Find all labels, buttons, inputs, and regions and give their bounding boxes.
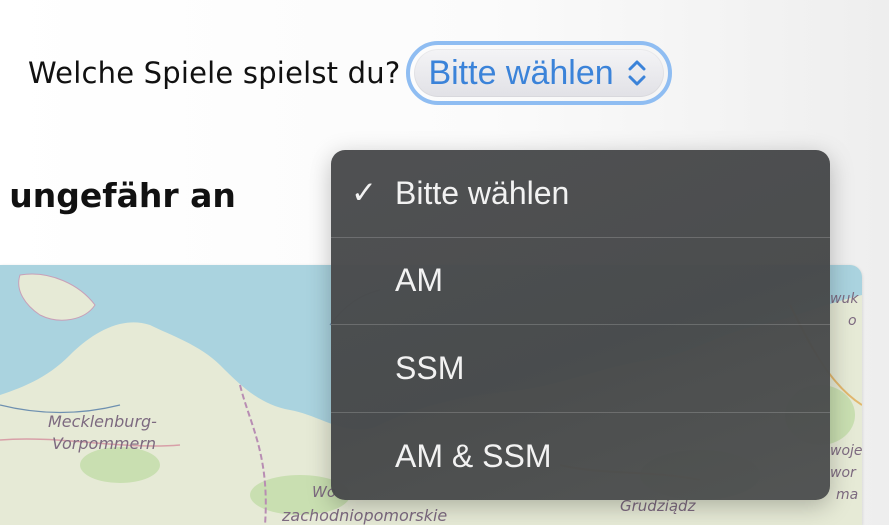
map-label-10: ma: [836, 487, 858, 503]
dropdown-option-bitte-waehlen[interactable]: ✓ Bitte wählen: [331, 150, 830, 238]
checkmark-icon: ✓: [351, 175, 377, 211]
map-label-1: Mecklenburg-: [48, 412, 157, 431]
section-heading: t ungefähr an: [0, 176, 236, 215]
map-label-9: wor: [830, 465, 857, 481]
question-row: Welche Spiele spielst du? Bitte wählen: [28, 38, 672, 108]
game-select-focus-ring[interactable]: Bitte wählen: [406, 41, 672, 105]
dropdown-option-ssm[interactable]: SSM: [331, 325, 830, 413]
dropdown-option-am[interactable]: AM: [331, 238, 830, 325]
game-select-value: Bitte wählen: [428, 53, 614, 92]
game-select-dropdown[interactable]: ✓ Bitte wählen AM SSM AM & SSM: [331, 150, 830, 500]
map-label-7: o: [848, 313, 857, 329]
dropdown-option-label: Bitte wählen: [395, 174, 570, 211]
dropdown-option-label: SSM: [395, 349, 465, 386]
dropdown-option-label: AM & SSM: [395, 437, 552, 474]
map-label-2: Vorpommern: [52, 434, 156, 453]
dropdown-option-label: AM: [395, 262, 443, 299]
chevron-up-down-icon: [628, 60, 646, 86]
question-label: Welche Spiele spielst du?: [28, 56, 401, 90]
game-select[interactable]: Bitte wählen: [414, 49, 664, 97]
map-label-4: zachodniopomorskie: [281, 506, 447, 525]
dropdown-option-am-ssm[interactable]: AM & SSM: [331, 413, 830, 501]
map-label-8: woje: [830, 443, 862, 459]
map-label-6: wuk: [830, 291, 859, 307]
